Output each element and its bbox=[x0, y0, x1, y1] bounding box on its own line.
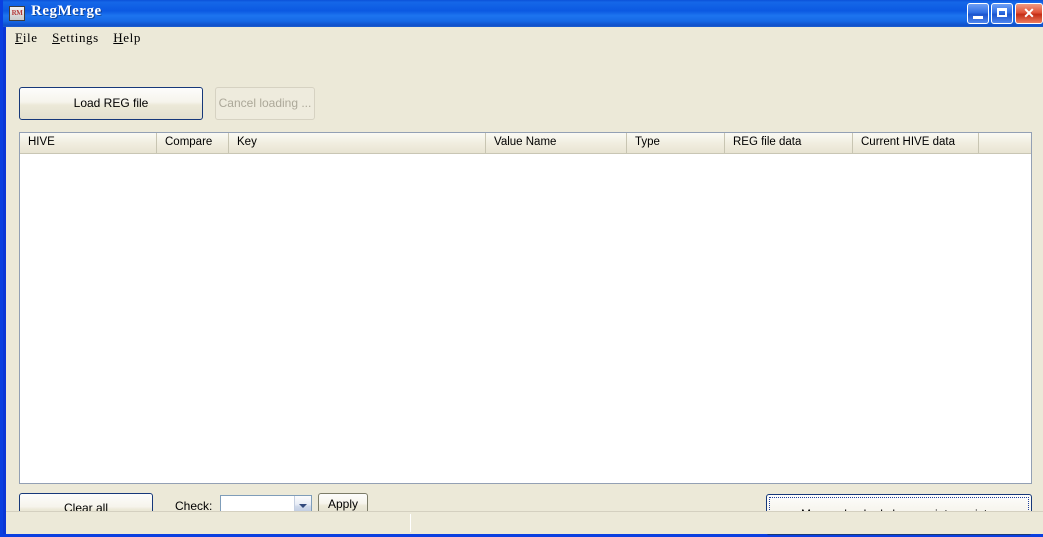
application-window: RM RegMerge ✕ File Settings Help Load RE… bbox=[0, 0, 1043, 537]
column-header-filler[interactable] bbox=[979, 133, 1031, 153]
column-header-value-name[interactable]: Value Name bbox=[486, 133, 627, 153]
client-area: File Settings Help Load REG file Cancel … bbox=[6, 27, 1043, 535]
menu-item-file[interactable]: File bbox=[13, 27, 46, 48]
status-panel-left bbox=[8, 514, 408, 532]
menu-item-help[interactable]: Help bbox=[111, 27, 149, 48]
window-title: RegMerge bbox=[31, 3, 102, 19]
maximize-button[interactable] bbox=[991, 3, 1013, 24]
column-header-current-hive-data[interactable]: Current HIVE data bbox=[853, 133, 979, 153]
comparison-listview[interactable]: HIVE Compare Key Value Name Type REG fil… bbox=[19, 132, 1032, 484]
close-icon: ✕ bbox=[1023, 5, 1035, 21]
status-panel-right bbox=[410, 514, 1041, 532]
column-header-key[interactable]: Key bbox=[229, 133, 486, 153]
column-header-reg-file-data[interactable]: REG file data bbox=[725, 133, 853, 153]
menu-bar: File Settings Help bbox=[6, 27, 1043, 47]
listview-header: HIVE Compare Key Value Name Type REG fil… bbox=[20, 133, 1031, 154]
load-reg-file-button[interactable]: Load REG file bbox=[19, 87, 203, 120]
column-header-type[interactable]: Type bbox=[627, 133, 725, 153]
menu-item-settings[interactable]: Settings bbox=[50, 27, 107, 48]
minimize-button[interactable] bbox=[967, 3, 989, 24]
column-header-hive[interactable]: HIVE bbox=[20, 133, 157, 153]
maximize-icon bbox=[997, 8, 1007, 17]
title-bar[interactable]: RM RegMerge ✕ bbox=[3, 0, 1043, 27]
status-bar bbox=[6, 511, 1043, 534]
cancel-loading-button: Cancel loading ... bbox=[215, 87, 315, 120]
caption-button-group: ✕ bbox=[965, 3, 1043, 24]
close-button[interactable]: ✕ bbox=[1015, 3, 1043, 24]
listview-body[interactable] bbox=[20, 154, 1031, 483]
column-header-compare[interactable]: Compare bbox=[157, 133, 229, 153]
minimize-icon bbox=[973, 16, 983, 19]
regmerge-app-icon[interactable]: RM bbox=[9, 6, 25, 21]
